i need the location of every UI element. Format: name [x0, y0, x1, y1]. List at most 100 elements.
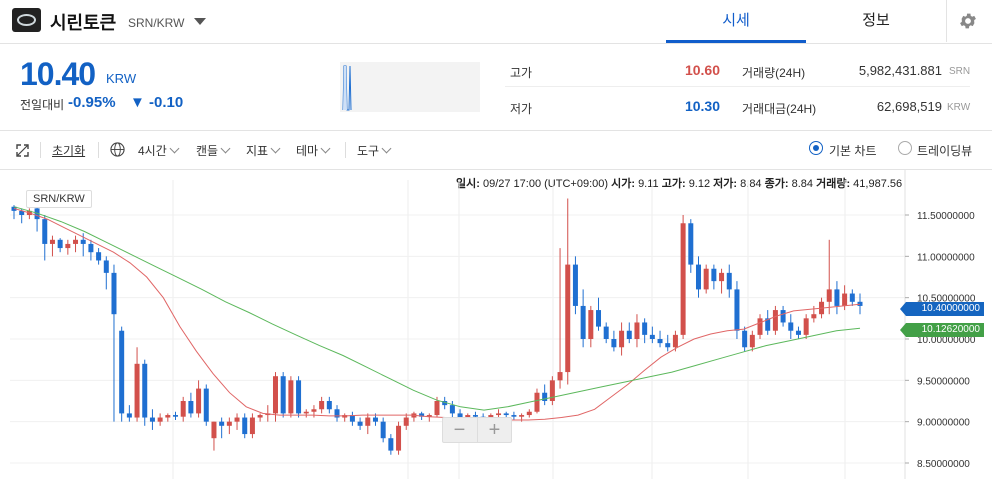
candle-body: [603, 326, 609, 339]
candle-body: [280, 376, 286, 414]
price-summary: 10.40 KRW 전일대비 -0.95% ▼ -0.10 고가 10.60 거…: [0, 44, 992, 131]
candle-body: [780, 310, 786, 323]
reset-button[interactable]: 초기화: [52, 142, 85, 159]
candle-body: [642, 322, 648, 335]
candle-body: [173, 415, 179, 417]
candle-body: [849, 293, 855, 302]
theme-dropdown[interactable]: 테마: [296, 142, 331, 159]
candle-body: [649, 334, 655, 339]
candle-body: [372, 417, 378, 422]
ma-price-badge: 10.12620000: [900, 323, 984, 337]
candle-body: [242, 417, 248, 435]
interval-dropdown[interactable]: 4시간: [138, 142, 180, 159]
candle-body: [580, 305, 586, 339]
candle-body: [188, 401, 194, 414]
candle-body: [726, 272, 732, 290]
chevron-down-icon: [320, 143, 331, 154]
summary-divider: [505, 86, 970, 87]
chevron-down-icon: [169, 143, 180, 154]
coin-pair[interactable]: SRN/KRW: [128, 16, 184, 30]
candle-body: [303, 411, 309, 414]
current-price-badge: 10.40000000: [900, 302, 984, 316]
indicator-label: 지표: [246, 144, 269, 158]
candle-body: [434, 401, 440, 416]
candle-body: [626, 330, 632, 339]
candle-body: [557, 372, 563, 381]
tools-dropdown[interactable]: 도구: [357, 142, 392, 159]
candle-body: [234, 417, 240, 422]
volume-unit: SRN: [949, 66, 971, 77]
candle-body: [695, 264, 701, 290]
candle-body: [249, 417, 255, 435]
tradingview-radio[interactable]: [898, 141, 912, 155]
toolbar-divider: [345, 142, 346, 158]
candle-body: [103, 260, 109, 273]
y-tick-label: 9.50000000: [917, 376, 970, 387]
high-label: 고가: [510, 66, 533, 80]
gear-icon[interactable]: [958, 11, 978, 31]
candle-body: [742, 330, 748, 348]
price-unit: KRW: [106, 71, 137, 86]
candle-body: [365, 417, 371, 426]
candle-body: [826, 289, 832, 302]
candle-body: [534, 392, 540, 412]
tradingview-label[interactable]: 트레이딩뷰: [917, 142, 972, 159]
candle-body: [772, 310, 778, 331]
change-label: 전일대비: [20, 98, 65, 112]
tools-label: 도구: [357, 144, 380, 158]
zoom-out-button[interactable]: −: [443, 418, 476, 442]
candle-label: 캔들: [196, 144, 219, 158]
chevron-down-icon: [381, 143, 392, 154]
high-value: 10.60: [684, 62, 720, 78]
interval-label: 4시간: [138, 144, 167, 158]
expand-icon[interactable]: [16, 144, 29, 157]
globe-icon[interactable]: [110, 142, 125, 157]
candle-body: [596, 310, 602, 327]
toolbar-divider: [40, 142, 41, 158]
y-tick-label: 11.50000000: [917, 211, 975, 222]
candle-body: [672, 334, 678, 348]
candle-dropdown[interactable]: 캔들: [196, 142, 231, 159]
candle-body: [719, 272, 725, 282]
candle-body: [288, 380, 294, 414]
candle-body: [449, 405, 455, 414]
coin-name[interactable]: 시린토큰: [50, 9, 116, 35]
header-divider: [946, 0, 947, 42]
tab-price[interactable]: 시세: [666, 0, 806, 43]
candle-body: [180, 401, 186, 417]
chevron-down-icon[interactable]: [194, 18, 206, 25]
header: 시린토큰 SRN/KRW 시세 정보: [0, 0, 992, 44]
candle-body: [134, 363, 140, 418]
basic-chart-radio[interactable]: [809, 141, 823, 155]
candle-body: [142, 363, 148, 418]
candle-body: [65, 243, 71, 249]
candle-body: [219, 421, 225, 426]
candle-body: [73, 239, 79, 244]
candle-body: [319, 401, 325, 410]
toolbar-divider: [98, 142, 99, 158]
candle-body: [657, 339, 663, 344]
candle-body: [196, 388, 202, 414]
chevron-down-icon: [270, 143, 281, 154]
candle-body: [795, 330, 801, 335]
chevron-down-icon: [220, 143, 231, 154]
candle-body: [749, 334, 755, 348]
change-rate: -0.95%: [68, 94, 116, 111]
candle-body: [757, 318, 763, 335]
candle-body: [119, 330, 125, 414]
candle-body: [711, 268, 717, 282]
candle-body: [296, 380, 302, 414]
candle-body: [842, 293, 848, 306]
candle-body: [388, 438, 394, 451]
candle-body: [519, 415, 525, 417]
basic-chart-label[interactable]: 기본 차트: [829, 142, 877, 159]
zoom-in-button[interactable]: +: [477, 418, 511, 442]
candle-body: [565, 264, 571, 373]
current-price: 10.40: [20, 56, 96, 92]
candle-body: [572, 264, 578, 306]
indicator-dropdown[interactable]: 지표: [246, 142, 281, 159]
candle-body: [703, 268, 709, 290]
candle-body: [526, 411, 532, 416]
tab-info[interactable]: 정보: [806, 0, 946, 42]
candle-body: [157, 417, 163, 422]
